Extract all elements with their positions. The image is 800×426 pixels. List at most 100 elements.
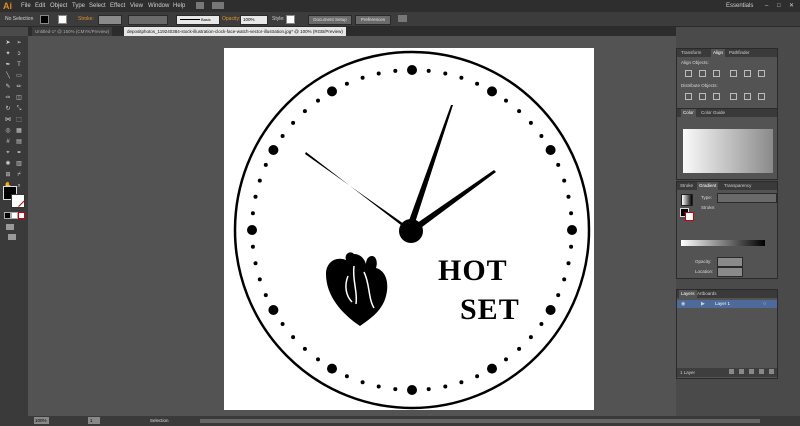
distribute-bottom-icon[interactable] (713, 93, 720, 100)
gradient-opacity-field[interactable] (717, 257, 743, 267)
tab-transparency[interactable]: Transparency (724, 182, 751, 190)
tab-color-guide[interactable]: Color Guide (701, 109, 725, 117)
new-sublayer-icon[interactable] (749, 369, 754, 374)
slice-tool-icon[interactable]: ⌿ (15, 172, 23, 179)
tab-artboards[interactable]: Artboards (697, 290, 717, 298)
magic-wand-icon[interactable]: ✦ (4, 51, 12, 58)
maximize-icon[interactable]: □ (777, 0, 781, 12)
perspective-grid-icon[interactable]: ▦ (15, 128, 23, 135)
preferences-button[interactable]: Preferences (355, 15, 391, 25)
tab-align[interactable]: Align (711, 49, 726, 57)
align-left-icon[interactable] (685, 70, 692, 77)
stroke-weight-field[interactable] (98, 15, 122, 25)
free-transform-icon[interactable]: ⬚ (15, 117, 23, 124)
graphic-style-swatch[interactable] (286, 15, 295, 24)
locate-object-icon[interactable] (729, 369, 734, 374)
scale-icon[interactable]: ⤡ (15, 106, 23, 113)
none-mode-icon[interactable] (18, 212, 25, 219)
pencil-icon[interactable]: ✏ (15, 84, 23, 91)
distribute-hcenter-icon[interactable] (744, 93, 751, 100)
pen-tool-icon[interactable]: ✒ (4, 62, 12, 69)
target-icon[interactable]: ○ (763, 300, 766, 308)
artboard[interactable]: HOT SET (224, 48, 594, 410)
draw-mode-icon[interactable] (6, 224, 14, 230)
tab-pathfinder[interactable]: Pathfinder (729, 49, 750, 57)
menu-file[interactable]: File (21, 0, 31, 12)
variable-width-select[interactable] (128, 15, 168, 25)
eye-icon[interactable]: ◉ (681, 300, 685, 308)
tab-gradient[interactable]: Gradient (697, 182, 719, 190)
distribute-vcenter-icon[interactable] (699, 93, 706, 100)
horizontal-scrollbar[interactable] (200, 419, 760, 423)
direct-selection-icon[interactable]: ➢ (15, 40, 23, 47)
workspace-switcher[interactable]: Essentials (726, 0, 753, 12)
artboard-number-field[interactable]: 1 (88, 417, 100, 424)
arrange-documents-icon[interactable] (212, 2, 224, 9)
minimize-icon[interactable]: – (765, 0, 768, 12)
opacity-field[interactable]: 100% (240, 15, 268, 25)
distribute-top-icon[interactable] (685, 93, 692, 100)
tab-stroke[interactable]: Stroke (680, 182, 693, 190)
new-layer-icon[interactable] (759, 369, 764, 374)
tab-color[interactable]: Color (681, 109, 696, 117)
close-icon[interactable]: ✕ (789, 0, 794, 12)
stroke-label[interactable]: Stroke: (78, 15, 94, 23)
layer-row[interactable]: ◉ ▶ Layer 1 ○ (677, 300, 777, 308)
artboard-tool-icon[interactable]: ⊞ (4, 172, 12, 179)
make-clip-mask-icon[interactable] (739, 369, 744, 374)
tab-layers[interactable]: Layers (679, 290, 697, 298)
menu-type[interactable]: Type (72, 0, 85, 12)
type-tool-icon[interactable]: T (15, 62, 23, 69)
tab-transform[interactable]: Transform (681, 49, 701, 57)
tab-untitled-1[interactable]: Untitled-1* @ 150% (CMYK/Preview) (32, 27, 113, 36)
line-tool-icon[interactable]: ╲ (4, 73, 12, 80)
gradient-mode-icon[interactable] (11, 212, 18, 219)
menu-effect[interactable]: Effect (110, 0, 125, 12)
clock-illustration[interactable]: HOT SET (224, 48, 594, 410)
menu-select[interactable]: Select (89, 0, 106, 12)
menu-window[interactable]: Window (148, 0, 169, 12)
lasso-icon[interactable]: ↄ (15, 51, 23, 58)
blob-brush-icon[interactable]: ✑ (4, 95, 12, 102)
expand-arrow-icon[interactable]: ▶ (701, 300, 705, 308)
zoom-field[interactable]: 100% (34, 417, 49, 424)
align-vcenter-icon[interactable] (744, 70, 751, 77)
gradient-stroke-icon[interactable] (685, 212, 694, 221)
screen-mode-icon[interactable] (8, 234, 16, 240)
column-graph-icon[interactable]: ▥ (15, 161, 23, 168)
color-spectrum[interactable] (683, 129, 773, 173)
menu-object[interactable]: Object (50, 0, 67, 12)
distribute-right-icon[interactable] (758, 93, 765, 100)
delete-layer-icon[interactable] (769, 369, 774, 374)
eraser-icon[interactable]: ◫ (15, 95, 23, 102)
document-setup-button[interactable]: Document Setup (308, 15, 352, 25)
menu-view[interactable]: View (130, 0, 143, 12)
distribute-left-icon[interactable] (730, 93, 737, 100)
align-right-icon[interactable] (713, 70, 720, 77)
selection-tool-icon[interactable]: ➤ (4, 40, 12, 47)
stroke-color-box[interactable] (11, 194, 25, 208)
rotate-icon[interactable]: ↻ (4, 106, 12, 113)
tab-clock-illustration[interactable]: depositphotos_119240384-stock-illustrati… (124, 27, 346, 36)
gradient-preview-icon[interactable] (681, 194, 693, 206)
bridge-icon[interactable] (196, 2, 204, 9)
gradient-type-select[interactable] (717, 193, 777, 203)
eyedropper-icon[interactable]: ⌖ (4, 150, 12, 157)
fill-swatch[interactable] (40, 15, 49, 24)
gradient-tool-icon[interactable]: ▤ (15, 139, 23, 146)
rectangle-tool-icon[interactable]: ▭ (15, 73, 23, 80)
align-hcenter-icon[interactable] (699, 70, 706, 77)
shape-builder-icon[interactable]: ◎ (4, 128, 12, 135)
arrange-icon[interactable] (398, 15, 407, 22)
menu-edit[interactable]: Edit (35, 0, 45, 12)
mesh-tool-icon[interactable]: # (4, 139, 12, 146)
opacity-label[interactable]: Opacity: (222, 15, 240, 23)
layer-name[interactable]: Layer 1 (715, 300, 730, 308)
width-tool-icon[interactable]: ⋈ (4, 117, 12, 124)
color-mode-icon[interactable] (4, 212, 11, 219)
menu-help[interactable]: Help (173, 0, 185, 12)
paintbrush-icon[interactable]: ✎ (4, 84, 12, 91)
symbol-sprayer-icon[interactable]: ✺ (4, 161, 12, 168)
blend-tool-icon[interactable]: ⚭ (15, 150, 23, 157)
gradient-slider[interactable] (681, 240, 765, 246)
